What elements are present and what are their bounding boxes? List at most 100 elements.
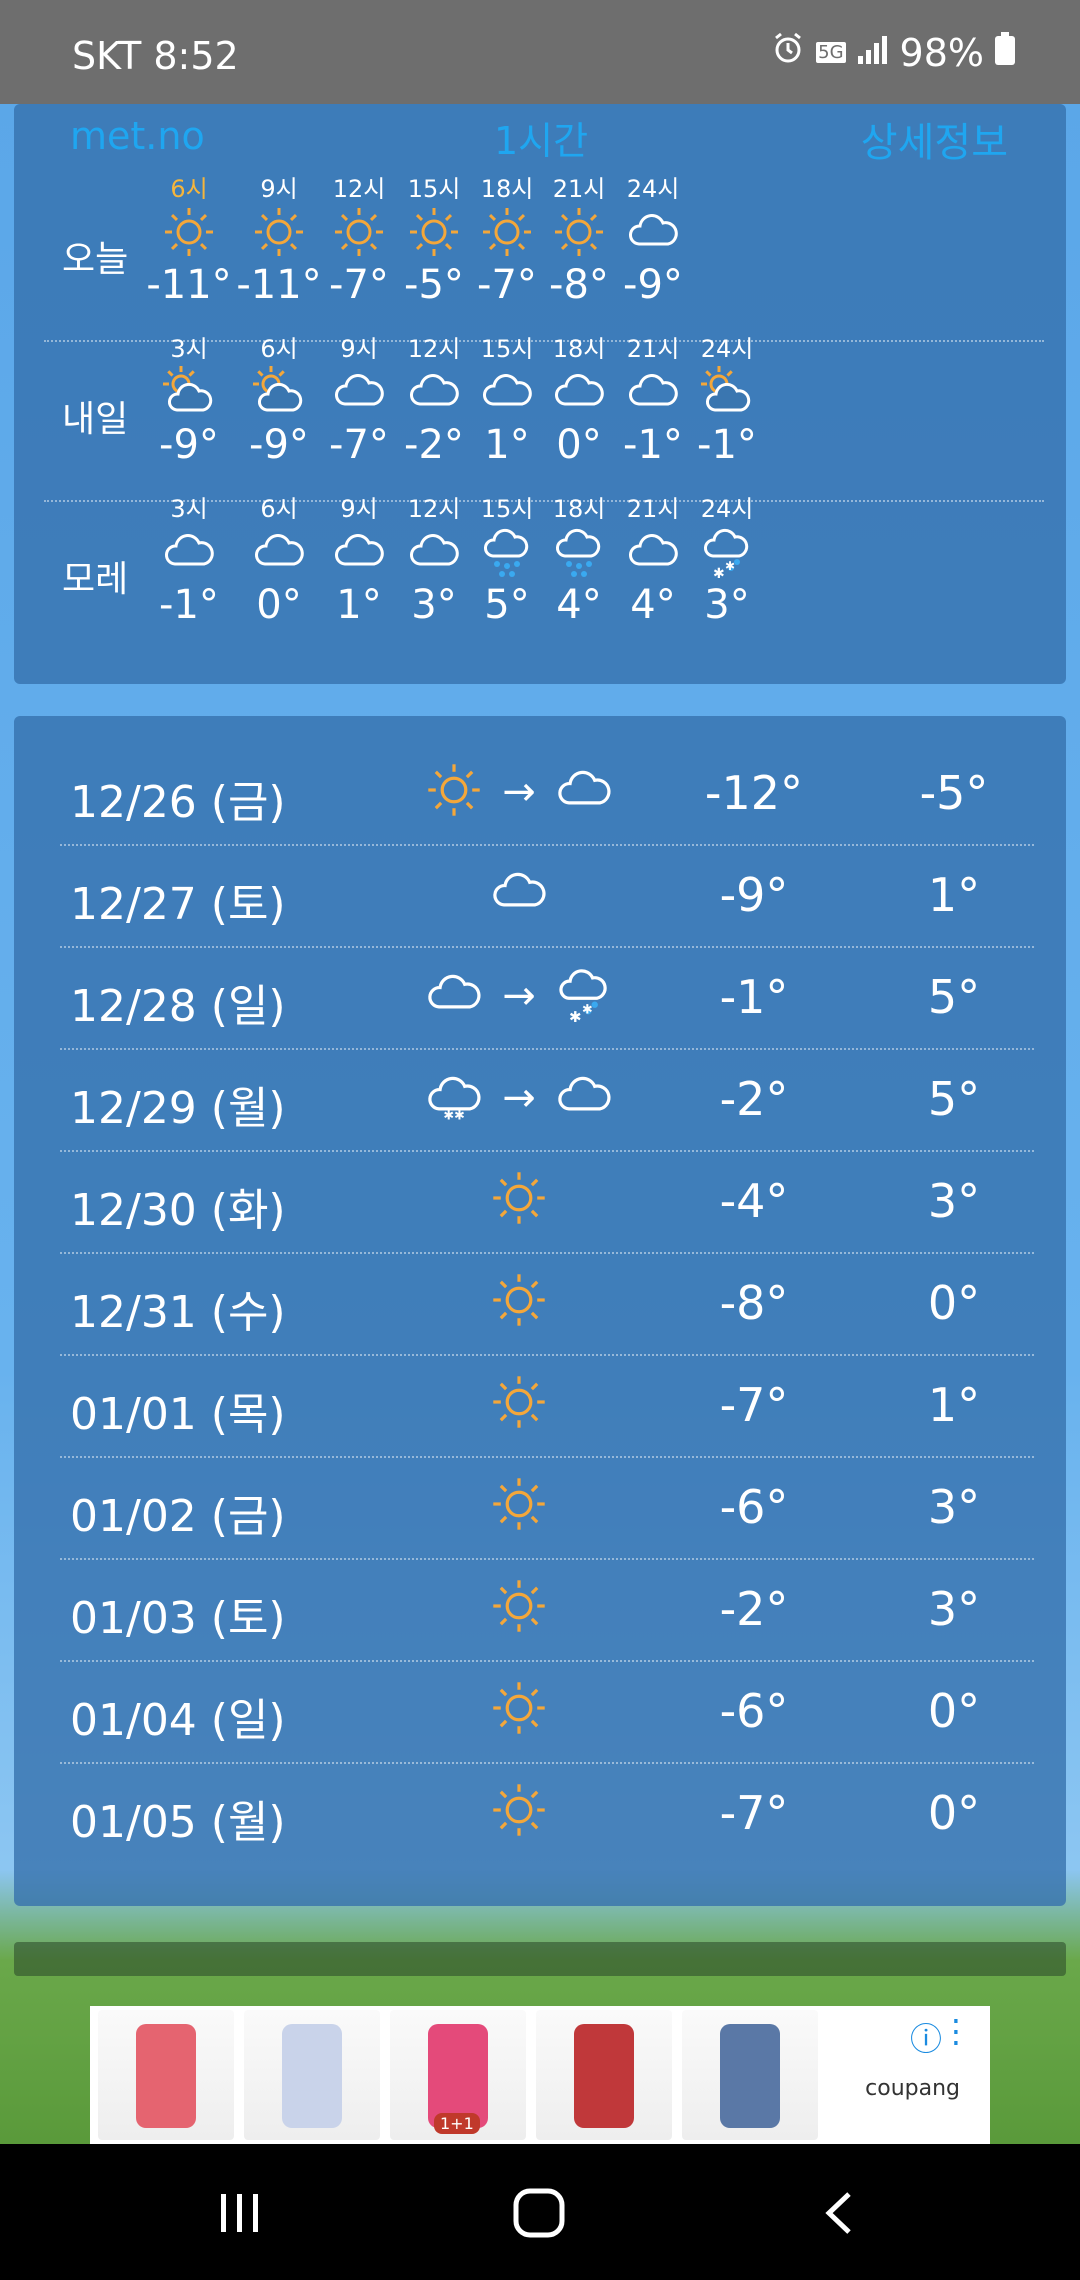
- hour-temp: 3°: [704, 582, 750, 628]
- low-temp: -2°: [719, 1582, 789, 1636]
- day-date: 01/04 (일): [70, 1695, 286, 1746]
- hour-label: 24시: [626, 175, 680, 203]
- low-temp: -9°: [719, 868, 789, 922]
- navigation-bar: [0, 2144, 1080, 2280]
- day-label: 오늘: [62, 239, 129, 280]
- cloud-icon: [554, 760, 614, 824]
- ad-info-icon[interactable]: ⓘ: [910, 2014, 942, 2060]
- daily-row[interactable]: 12/26 (금) → -12° -5°: [14, 744, 1066, 846]
- day-condition: →: [394, 762, 644, 822]
- day-condition: [394, 1374, 644, 1434]
- hourly-forecast-panel: met.no 1시간 상세정보 오늘 6시 -11° 9시 -11° 12시 -7° 15시 -…: [14, 104, 1066, 684]
- high-temp: 3°: [927, 1174, 981, 1228]
- ad-badge: 1+1: [434, 2113, 480, 2134]
- day-date: 12/27 (토): [70, 879, 286, 930]
- day-date: 01/01 (목): [70, 1389, 286, 1440]
- high-temp: 1°: [927, 868, 981, 922]
- battery-icon: [994, 31, 1016, 75]
- day-condition: [394, 1272, 644, 1332]
- ad-more-icon[interactable]: ⋮: [940, 2012, 972, 2050]
- ad-product-cardigan-set[interactable]: 1+1: [390, 2010, 526, 2140]
- ad-product-pink-sweater[interactable]: [98, 2010, 234, 2140]
- status-bar: SKT 8:52 5G 98%: [0, 0, 1080, 104]
- day-condition: ✱✱ →: [394, 1068, 644, 1128]
- hour-slot: 24시 -9°: [598, 174, 708, 308]
- signal-icon: [856, 31, 890, 75]
- recent-apps-button[interactable]: [200, 2178, 280, 2248]
- cloud-icon: [554, 1066, 614, 1130]
- hour-slot: 24시 ✱ ✱ 3°: [672, 494, 782, 628]
- day-condition: [394, 1782, 644, 1842]
- day-condition: [394, 1170, 644, 1230]
- high-temp: -5°: [919, 766, 989, 820]
- sun-icon: [489, 1474, 549, 1538]
- daily-row[interactable]: 12/28 (일) → ✱ ✱ -1° 5°: [14, 948, 1066, 1050]
- back-button[interactable]: [800, 2178, 880, 2248]
- high-temp: 3°: [927, 1582, 981, 1636]
- daily-row[interactable]: 01/04 (일) -6° 0°: [14, 1662, 1066, 1764]
- low-temp: -7°: [719, 1786, 789, 1840]
- arrow-icon: →: [502, 973, 536, 1019]
- detail-link[interactable]: 상세정보: [861, 110, 1008, 168]
- hour-temp: -1°: [697, 422, 757, 468]
- high-temp: 0°: [927, 1786, 981, 1840]
- low-temp: -12°: [704, 766, 804, 820]
- low-temp: -4°: [719, 1174, 789, 1228]
- high-temp: 5°: [927, 970, 981, 1024]
- low-temp: -2°: [719, 1072, 789, 1126]
- high-temp: 0°: [927, 1684, 981, 1738]
- hourly-header: met.no 1시간 상세정보: [14, 104, 1066, 170]
- banner-strip: [14, 1942, 1066, 1976]
- hour-label: 24시: [700, 495, 754, 523]
- ad-banner[interactable]: 1+1 ⓘ ⋮ coupang: [90, 2006, 990, 2144]
- snow-icon: ✱ ✱: [554, 964, 614, 1028]
- high-temp: 5°: [927, 1072, 981, 1126]
- source-link[interactable]: met.no: [70, 114, 205, 158]
- interval-toggle[interactable]: 1시간: [494, 110, 588, 165]
- high-temp: 3°: [927, 1480, 981, 1534]
- day-date: 12/28 (일): [70, 981, 286, 1032]
- day-label: 모레: [62, 559, 129, 600]
- daily-row[interactable]: 01/01 (목) -7° 1°: [14, 1356, 1066, 1458]
- daily-row[interactable]: 12/31 (수) -8° 0°: [14, 1254, 1066, 1356]
- ad-product-plaid-shirt[interactable]: [536, 2010, 672, 2140]
- hour-temp: -9°: [623, 262, 683, 308]
- low-temp: -6°: [719, 1480, 789, 1534]
- home-button[interactable]: [500, 2178, 580, 2248]
- hour-label: 24시: [700, 335, 754, 363]
- carrier-time: SKT 8:52: [72, 34, 239, 78]
- daily-row[interactable]: 01/02 (금) -6° 3°: [14, 1458, 1066, 1560]
- svg-text:✱: ✱: [713, 566, 725, 580]
- ad-product-striped-shirt[interactable]: [244, 2010, 380, 2140]
- high-temp: 0°: [927, 1276, 981, 1330]
- hourly-day-row: 내일 3시 -9° 6시 -9° 9시 -7° 12시 -2° 15시 1° 18시 0° 21시 -1° 2…: [14, 334, 1066, 494]
- high-temp: 1°: [927, 1378, 981, 1432]
- arrow-icon: →: [502, 1075, 536, 1121]
- day-condition: [394, 864, 644, 924]
- sun-icon: [489, 1678, 549, 1742]
- snow-icon: ✱ ✱: [672, 524, 782, 580]
- daily-row[interactable]: 01/03 (토) -2° 3°: [14, 1560, 1066, 1662]
- daily-row[interactable]: 12/29 (월) ✱✱ → -2° 5°: [14, 1050, 1066, 1152]
- sun-icon: [489, 1168, 549, 1232]
- ad-product-jeans[interactable]: [682, 2010, 818, 2140]
- daily-row[interactable]: 12/30 (화) -4° 3°: [14, 1152, 1066, 1254]
- svg-text:✱: ✱: [569, 1008, 582, 1024]
- daily-row[interactable]: 01/05 (월) -7° 0°: [14, 1764, 1066, 1866]
- alarm-icon: [770, 30, 806, 75]
- day-condition: [394, 1680, 644, 1740]
- low-temp: -7°: [719, 1378, 789, 1432]
- daily-row[interactable]: 12/27 (토) -9° 1°: [14, 846, 1066, 948]
- hourly-day-row: 모레 3시 -1° 6시 0° 9시 1° 12시 3° 15시 5° 18시 4° 21시 4° 24시 ✱ ✱…: [14, 494, 1066, 654]
- day-date: 12/29 (월): [70, 1083, 286, 1134]
- cloud-icon: [489, 862, 549, 926]
- sun-icon: [489, 1372, 549, 1436]
- day-condition: [394, 1476, 644, 1536]
- svg-text:✱: ✱: [725, 559, 735, 573]
- day-date: 01/05 (월): [70, 1797, 286, 1848]
- day-condition: → ✱ ✱: [394, 966, 644, 1026]
- arrow-icon: →: [502, 769, 536, 815]
- sun-icon: [424, 760, 484, 824]
- sun-icon: [489, 1780, 549, 1844]
- low-temp: -8°: [719, 1276, 789, 1330]
